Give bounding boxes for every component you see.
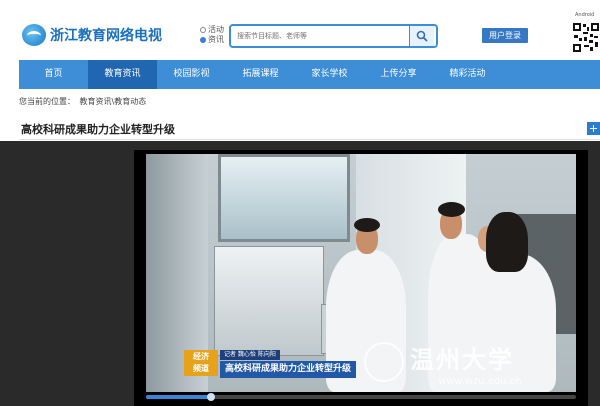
main-nav: 首页 教育资讯 校园影视 拓展课程 家长学校 上传分享 精彩活动: [19, 60, 600, 89]
video-frame-image: 温州大学 www.wzu.edu.cn 经济 频道 记者 魏心怡 陈向阳 高校科…: [146, 154, 576, 392]
fume-hood-window: [218, 154, 350, 242]
radio-checked-icon: [200, 37, 206, 43]
watermark-url: www.wzu.edu.cn: [438, 376, 522, 387]
radio-label: 资讯: [208, 35, 224, 44]
nav-item-featured-events[interactable]: 精彩活动: [433, 60, 502, 89]
nav-item-parent-school[interactable]: 家长学校: [295, 60, 364, 89]
radio-option-news[interactable]: 资讯: [200, 35, 224, 45]
breadcrumb-prefix: 您当前的位置：: [19, 97, 75, 106]
watermark-text: 温州大学: [410, 345, 514, 374]
expand-plus-icon[interactable]: [587, 122, 600, 135]
person-2-hair: [438, 202, 465, 217]
breadcrumb-path[interactable]: 教育资讯\教育动态: [80, 97, 147, 106]
nav-item-upload-share[interactable]: 上传分享: [364, 60, 433, 89]
breadcrumb: 您当前的位置： 教育资讯\教育动态: [19, 96, 148, 107]
nav-item-education-news[interactable]: 教育资讯: [88, 60, 157, 89]
page: 浙江教育网络电视 活动 资讯 用户登录 Android: [0, 0, 600, 406]
channel-tag-line2: 频道: [193, 364, 209, 373]
nav-item-home[interactable]: 首页: [19, 60, 88, 89]
qr-code-icon[interactable]: [572, 17, 600, 54]
channel-tag-line1: 经济: [193, 352, 209, 361]
radio-unchecked-icon: [200, 27, 206, 33]
search-type-selector: 活动 资讯: [200, 25, 224, 45]
nav-item-campus-video[interactable]: 校园影视: [157, 60, 226, 89]
search-icon: [416, 30, 428, 42]
video-progress-handle[interactable]: [206, 393, 215, 401]
nav-item-extended-courses[interactable]: 拓展课程: [226, 60, 295, 89]
reporter-credit: 记者 魏心怡 陈向阳: [220, 350, 280, 360]
article-title-row: 高校科研成果助力企业转型升级: [19, 116, 600, 140]
video-progress-bar[interactable]: [146, 393, 576, 401]
video-player[interactable]: 温州大学 www.wzu.edu.cn 经济 频道 记者 魏心怡 陈向阳 高校科…: [134, 150, 588, 406]
logo-icon: [22, 24, 46, 46]
site-header: 浙江教育网络电视 活动 资讯 用户登录 Android: [0, 0, 600, 60]
channel-tag: 经济 频道: [184, 350, 218, 376]
news-lower-third: 经济 频道 记者 魏心怡 陈向阳 高校科研成果助力企业转型升级: [184, 350, 424, 384]
radio-label: 活动: [208, 25, 224, 34]
site-logo[interactable]: 浙江教育网络电视: [22, 24, 162, 46]
search-input[interactable]: [231, 26, 409, 46]
login-button[interactable]: 用户登录: [482, 28, 528, 43]
video-headline: 高校科研成果助力企业转型升级: [220, 361, 357, 378]
radio-option-activity[interactable]: 活动: [200, 25, 224, 35]
video-progress-fill: [146, 395, 211, 399]
lab-equipment: [214, 246, 324, 356]
search-button[interactable]: [409, 26, 434, 46]
search-box: [229, 24, 438, 48]
person-1-hair: [354, 218, 380, 232]
person-3-hair: [486, 212, 528, 272]
logo-text: 浙江教育网络电视: [50, 28, 162, 44]
article-title: 高校科研成果助力企业转型升级: [21, 123, 175, 136]
